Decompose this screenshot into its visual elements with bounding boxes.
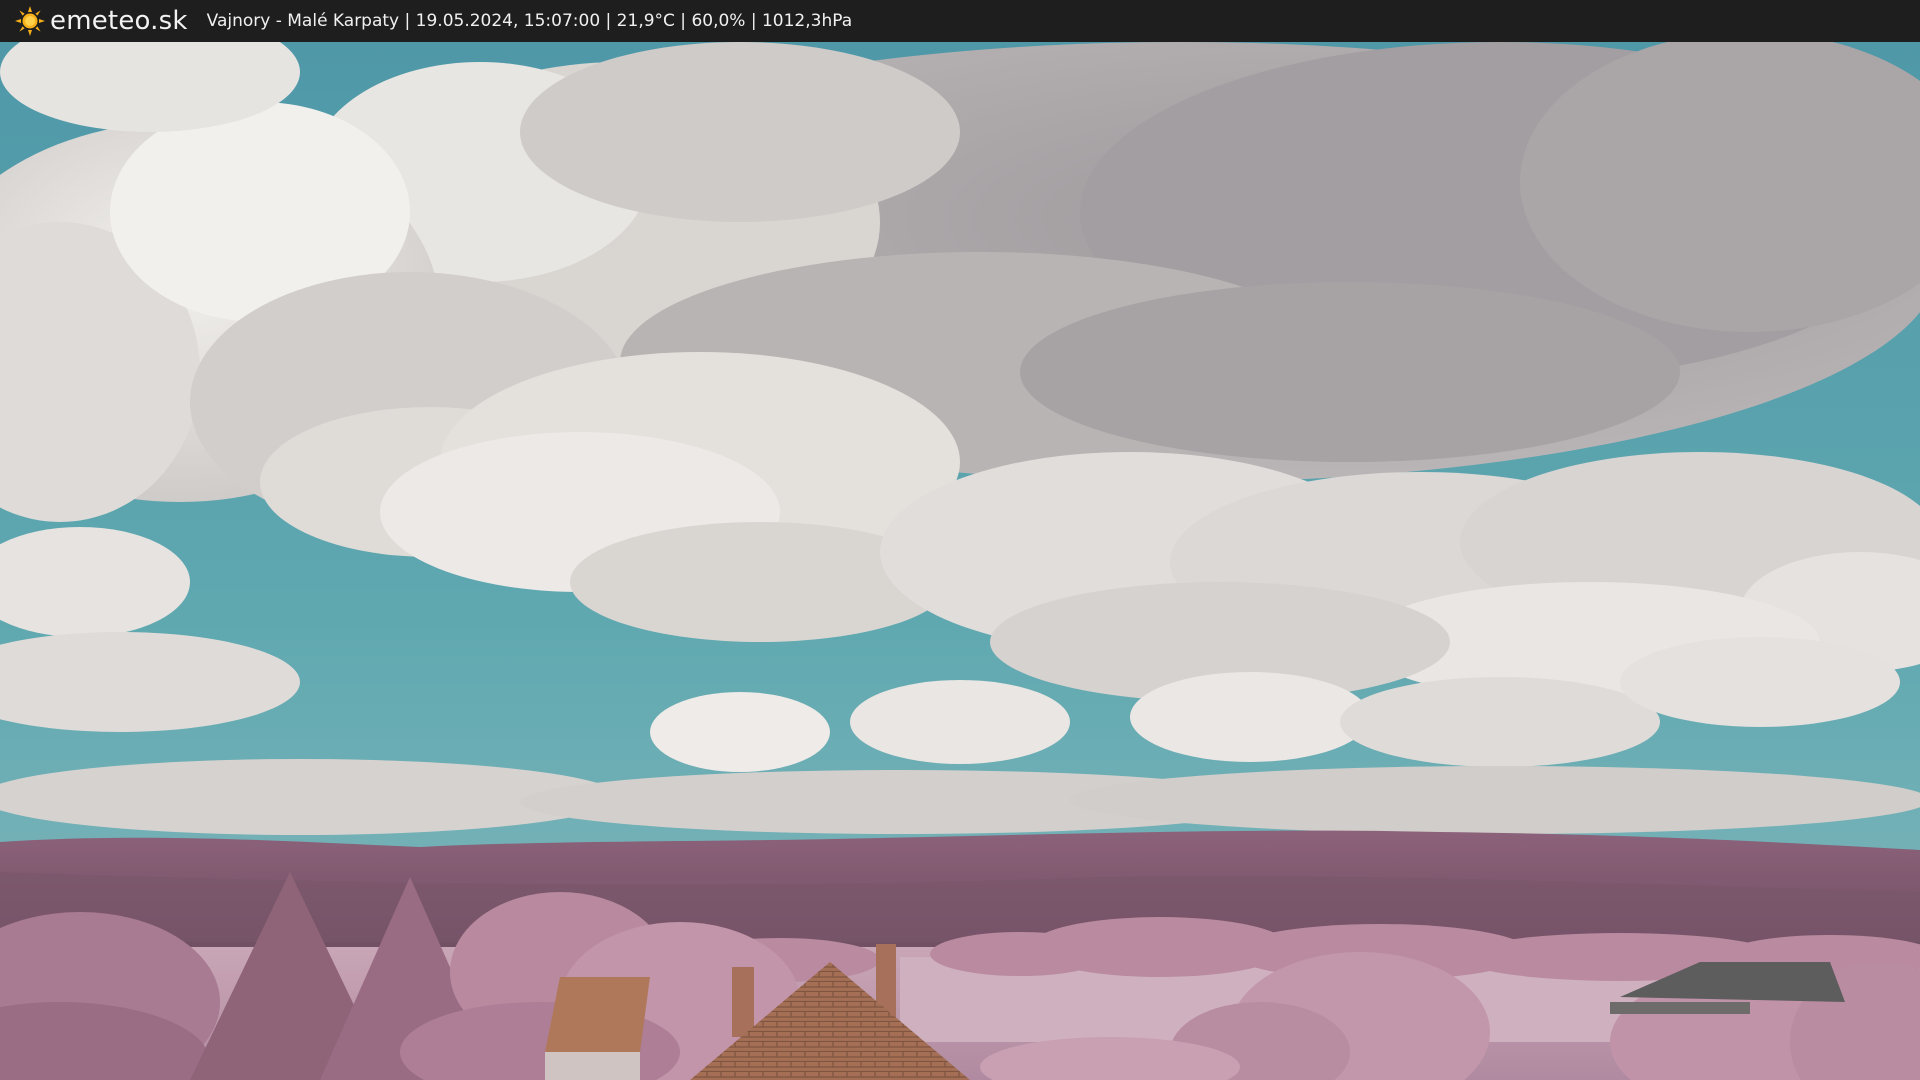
webcam-image bbox=[0, 42, 1920, 1080]
site-name: emeteo.sk bbox=[50, 6, 188, 36]
weather-caption: Vajnory - Malé Karpaty | 19.05.2024, 15:… bbox=[206, 11, 853, 31]
emeteo-logo-link[interactable]: emeteo.sk bbox=[14, 0, 188, 42]
webcam-scene bbox=[0, 42, 1920, 1080]
sun-icon bbox=[15, 6, 45, 36]
webcam-header-bar: emeteo.sk Vajnory - Malé Karpaty | 19.05… bbox=[0, 0, 1920, 42]
